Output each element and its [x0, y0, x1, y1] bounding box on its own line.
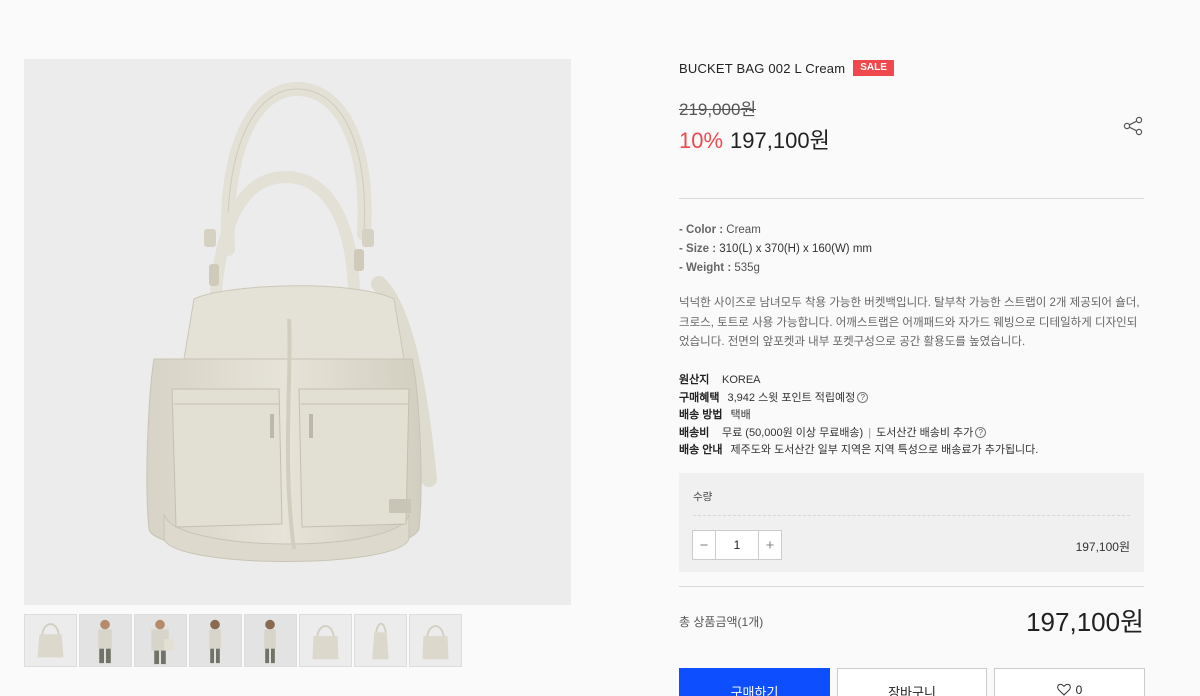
- like-button[interactable]: 0: [994, 668, 1145, 696]
- thumbnail-strip: [24, 614, 462, 667]
- like-count: 0: [1075, 683, 1083, 696]
- original-price: 219,000원: [679, 100, 757, 119]
- increase-button[interactable]: +: [759, 531, 781, 559]
- sale-price: 197,100원: [730, 128, 830, 153]
- shipping-fee-row: 배송비 무료 (50,000원 이상 무료배송) | 도서산간 배송비 추가?: [679, 425, 1038, 443]
- total-price: 197,100원: [1026, 607, 1144, 637]
- shipping-method-row: 배송 방법 택배: [679, 409, 751, 421]
- line-price: 197,100원: [1075, 540, 1130, 554]
- title-row: BUCKET BAG 002 L Cream SALE: [679, 60, 894, 76]
- share-icon[interactable]: [1122, 115, 1144, 137]
- shipping-guide-row: 배송 안내 제주도와 도서산간 일부 지역은 지역 특성으로 배송료가 추가됩니다…: [679, 444, 1039, 456]
- help-icon[interactable]: ?: [857, 392, 869, 404]
- total-row: 총 상품금액(1개) 197,100원: [679, 602, 1144, 642]
- quantity-label: 수량: [693, 491, 713, 503]
- thumbnail-7[interactable]: [354, 614, 407, 667]
- quantity-input[interactable]: 1: [715, 531, 759, 559]
- main-product-image: [24, 59, 571, 605]
- origin-row: 원산지 KOREA: [679, 374, 761, 386]
- bucket-bag-illustration: [146, 82, 437, 562]
- thumbnail-4[interactable]: [189, 614, 242, 667]
- spec-color: - Color : Cream: [679, 224, 761, 236]
- thumbnail-1[interactable]: [24, 614, 77, 667]
- sale-badge: SALE: [853, 60, 894, 76]
- quantity-stepper: − 1 +: [692, 530, 782, 560]
- product-title: BUCKET BAG 002 L Cream: [679, 60, 846, 76]
- buy-button[interactable]: 구매하기: [679, 668, 830, 696]
- thumbnail-6[interactable]: [299, 614, 352, 667]
- spec-list: - Color : Cream - Size : 310(L) x 370(H)…: [679, 221, 872, 278]
- thumbnail-3[interactable]: [134, 614, 187, 667]
- thumbnail-5[interactable]: [244, 614, 297, 667]
- cart-button[interactable]: 장바구니: [837, 668, 987, 696]
- price-row: 10% 197,100원: [679, 123, 830, 155]
- spec-weight: - Weight : 535g: [679, 262, 760, 274]
- thumbnail-8[interactable]: [409, 614, 462, 667]
- product-description: 넉넉한 사이즈로 남녀모두 착용 가능한 버켓백입니다. 탈부착 가능한 스트랩…: [679, 297, 1140, 348]
- heart-icon: [1056, 683, 1071, 696]
- quantity-box: 수량 − 1 + 197,100원: [679, 473, 1144, 572]
- action-buttons: 구매하기 장바구니 0: [679, 668, 1145, 696]
- decrease-button[interactable]: −: [693, 531, 715, 559]
- divider: [679, 586, 1144, 587]
- divider: [679, 198, 1144, 199]
- discount-rate: 10%: [679, 128, 724, 153]
- divider: [693, 515, 1130, 516]
- spec-size: - Size : 310(L) x 370(H) x 160(W) mm: [679, 243, 872, 255]
- help-icon[interactable]: ?: [975, 427, 987, 439]
- total-label: 총 상품금액(1개): [679, 615, 764, 629]
- delivery-info: 원산지 KOREA 구매혜택 3,942 스윗 포인트 적립예정? 배송 방법 택배 …: [679, 372, 1038, 460]
- benefit-row: 구매혜택 3,942 스윗 포인트 적립예정?: [679, 390, 1038, 408]
- thumbnail-2[interactable]: [79, 614, 132, 667]
